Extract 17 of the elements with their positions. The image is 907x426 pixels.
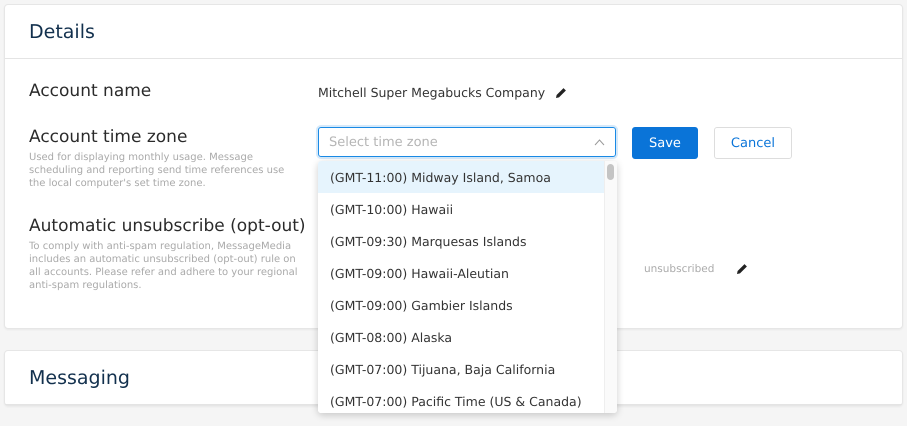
time-zone-option[interactable]: (GMT-11:00) Midway Island, Samoa	[318, 161, 604, 193]
chevron-icon	[594, 138, 605, 146]
field-label: Account time zone	[29, 127, 188, 147]
scrollbar[interactable]	[604, 161, 617, 413]
cancel-button[interactable]: Cancel	[714, 127, 792, 159]
field-description: Used for displaying monthly usage. Message scheduling and reporting send time references use the local computer's set time zone.	[29, 151, 286, 190]
account-name-value: Mitchell Super Megabucks Company	[318, 85, 546, 100]
field-label: Automatic unsubscribe (opt-out)	[29, 216, 307, 236]
field-label: Account name	[29, 81, 152, 101]
save-button[interactable]: Save	[632, 127, 698, 159]
section-title: Messaging	[29, 366, 130, 388]
edit-pencil-icon[interactable]	[736, 262, 748, 274]
section-title: Details	[29, 20, 95, 42]
time-zone-option[interactable]: (GMT-07:00) Pacific Time (US & Canada)	[318, 385, 604, 413]
opt-out-value: unsubscribed	[644, 262, 714, 274]
edit-pencil-icon[interactable]	[555, 86, 568, 98]
field-description: To comply with anti-spam regulation, MessageMedia includes an automatic unsubscribed (opt-out) rule on all accounts. Please refer and adhere to your regional anti-spam regulations.	[29, 240, 299, 292]
